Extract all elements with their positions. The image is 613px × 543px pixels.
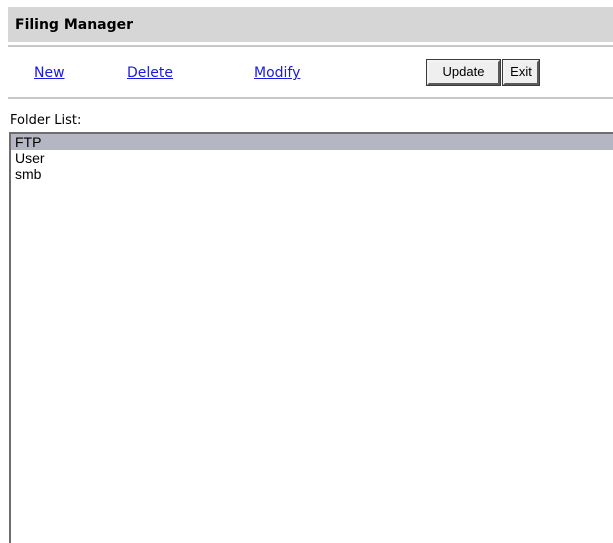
folder-list-item[interactable]: FTP xyxy=(11,134,613,150)
folder-list-item[interactable]: smb xyxy=(11,166,613,182)
exit-button[interactable]: Exit xyxy=(502,59,540,86)
modify-link[interactable]: Modify xyxy=(254,65,300,81)
folder-list-label: Folder List: xyxy=(10,113,82,128)
update-button[interactable]: Update xyxy=(426,59,501,86)
title-bar: Filing Manager xyxy=(8,7,613,42)
folder-listbox[interactable]: FTP User smb xyxy=(9,132,613,543)
folder-list-item[interactable]: User xyxy=(11,150,613,166)
divider-top xyxy=(8,45,613,47)
divider-bottom xyxy=(8,97,613,99)
page-title: Filing Manager xyxy=(15,17,134,33)
delete-link[interactable]: Delete xyxy=(127,65,173,81)
filing-manager-page: Filing Manager New Delete Modify Update … xyxy=(0,0,613,543)
new-link[interactable]: New xyxy=(34,65,65,81)
